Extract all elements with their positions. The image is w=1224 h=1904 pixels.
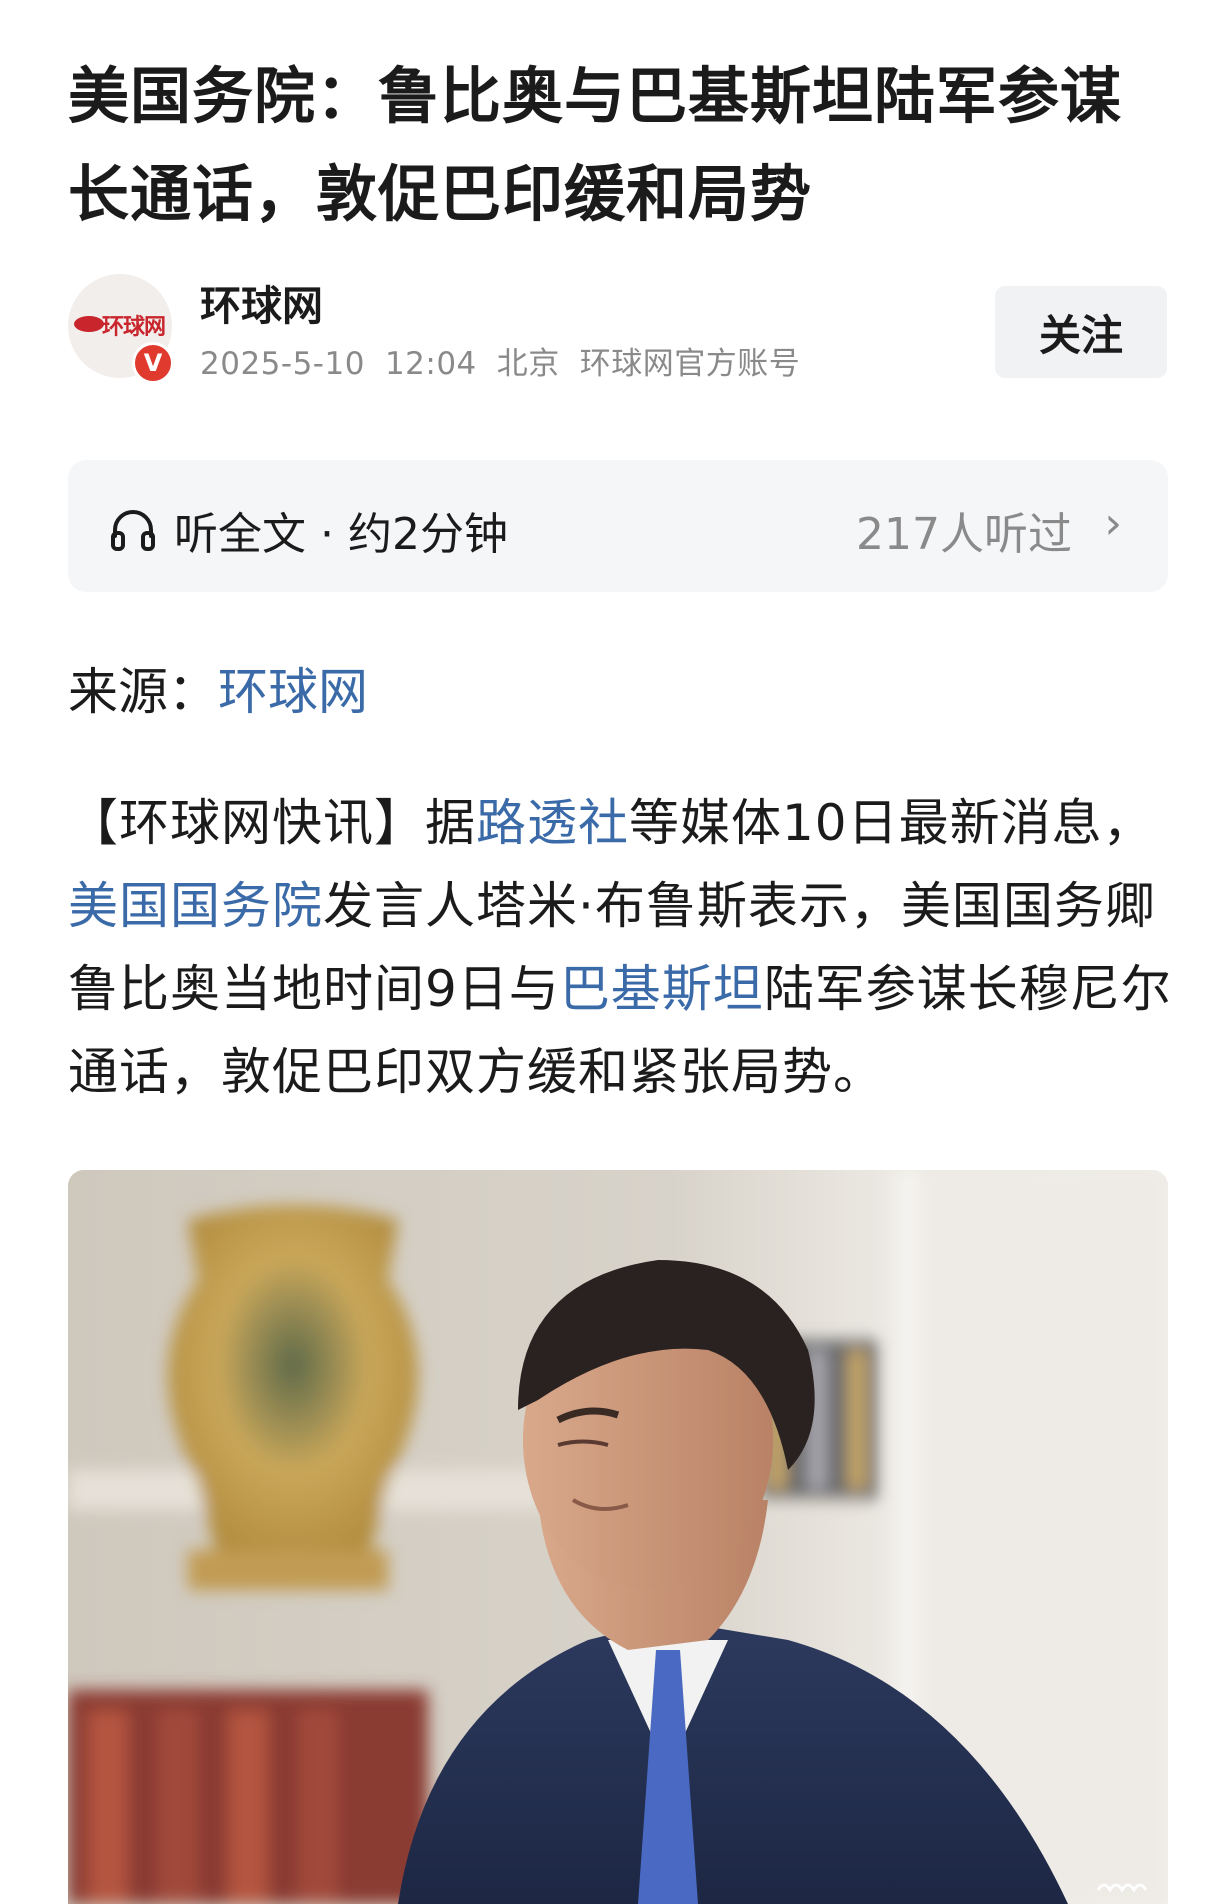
follow-button[interactable]: 关注 — [995, 286, 1167, 378]
source-label: 来源： — [68, 663, 218, 721]
publish-date: 2025-5-10 — [200, 346, 365, 382]
body-text: 【环球网快讯】据 — [68, 794, 476, 852]
author-row: 环球网 V 环球网 2025-5-10 12:04 北京 环球网官方账号 关注 — [68, 272, 1168, 384]
source-line: 来源：环球网 — [68, 652, 368, 724]
avatar-logo-text: 环球网 — [102, 314, 166, 339]
author-name[interactable]: 环球网 — [200, 272, 323, 332]
listener-count: 217人听过 — [856, 509, 1072, 560]
article-photo-illustration — [68, 1170, 1168, 1904]
headphones-icon — [111, 510, 155, 551]
chevron-right-icon: › — [1104, 498, 1122, 549]
verified-badge-icon: V — [132, 342, 174, 384]
publish-time: 12:04 — [384, 346, 477, 382]
article-body-paragraph: 【环球网快讯】据路透社等媒体10日最新消息，美国国务院发言人塔米·布鲁斯表示，美… — [68, 782, 1178, 1114]
publish-location: 北京 — [496, 346, 560, 382]
body-text: 等媒体10日最新消息， — [629, 794, 1154, 852]
article-title: 美国务院：鲁比奥与巴基斯坦陆军参谋长通话，敦促巴印缓和局势 — [68, 61, 1123, 230]
link-reuters[interactable]: 路透社 — [476, 794, 629, 852]
article-photo[interactable] — [68, 1170, 1168, 1904]
link-state-department[interactable]: 美国国务院 — [68, 877, 323, 935]
source-link[interactable]: 环球网 — [218, 663, 368, 721]
author-meta: 2025-5-10 12:04 北京 环球网官方账号 — [200, 338, 820, 383]
listen-full-text-bar[interactable]: 听全文 · 约2分钟 217人听过 › — [68, 460, 1168, 592]
listen-label: 听全文 · 约2分钟 — [174, 509, 508, 560]
link-pakistan[interactable]: 巴基斯坦 — [560, 960, 764, 1018]
logo-swoosh-icon — [74, 316, 104, 332]
account-type: 环球网官方账号 — [579, 346, 801, 382]
